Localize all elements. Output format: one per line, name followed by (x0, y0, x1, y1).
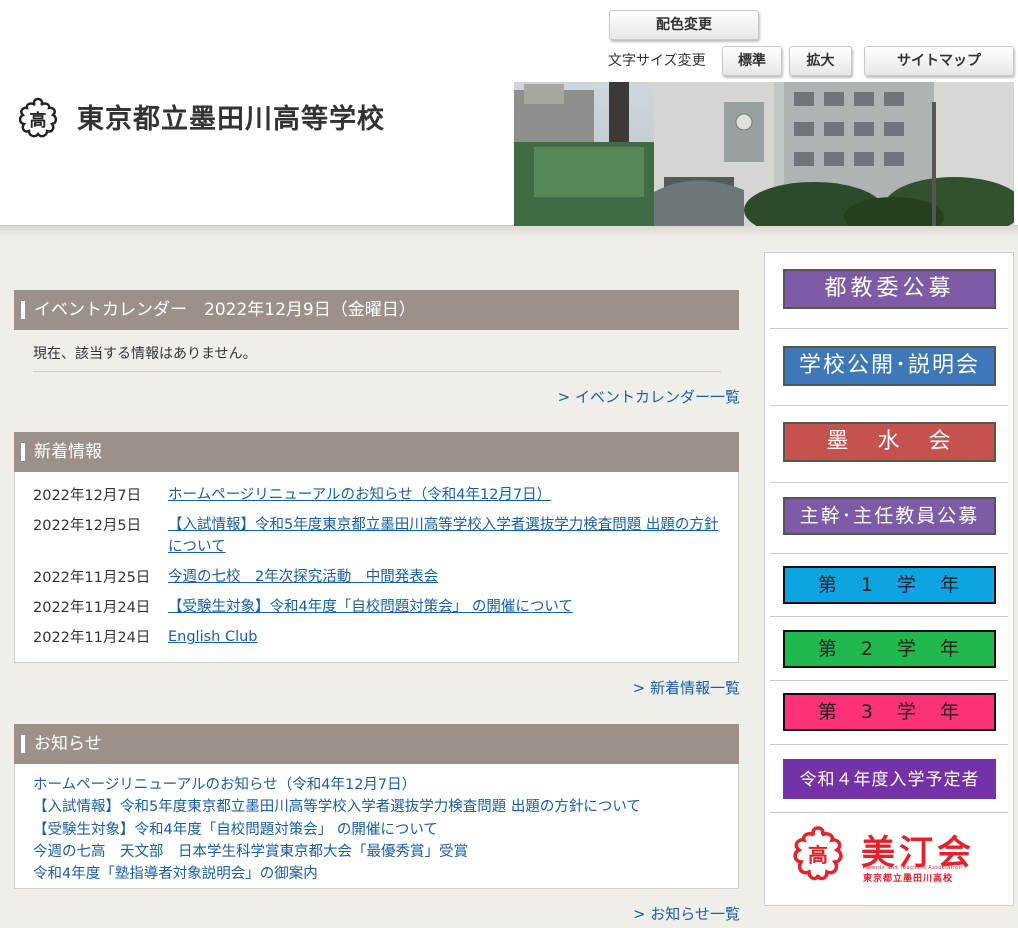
notices-list: ホームページリニューアルのお知らせ（令和4年12月7日） 【入試情報】令和5年度… (14, 764, 739, 889)
event-calendar-heading: イベントカレンダー 2022年12月9日（金曜日） (14, 290, 739, 330)
news-date: 2022年11月24日 (33, 630, 151, 646)
divider (770, 680, 1008, 681)
banner-teacher-recruitment[interactable]: 都教委公募 (783, 269, 996, 309)
svg-text:高: 高 (808, 843, 828, 867)
sitemap-button[interactable]: サイトマップ (864, 46, 1014, 76)
news-list: 2022年12月7日 ホームページリニューアルのお知らせ（令和4年12月7日） … (14, 472, 739, 663)
notice-link[interactable]: 令和4年度「塾指導者対象説明会」の御案内 (33, 866, 318, 882)
notice-link[interactable]: 【入試情報】令和5年度東京都立墨田川高等学校入学者選抜学力検査問題 出題の方針に… (33, 799, 641, 815)
header-shadow (0, 226, 1018, 238)
divider (770, 328, 1008, 329)
news-date: 2022年11月25日 (33, 570, 151, 586)
divider (770, 405, 1008, 406)
school-crest-icon[interactable]: 高 (16, 96, 60, 140)
banner-grade-3[interactable]: 第 3 学 年 (783, 693, 996, 731)
font-size-label: 文字サイズ変更 (608, 53, 706, 69)
event-calendar-list-link[interactable]: > イベントカレンダー一覧 (558, 386, 740, 407)
banner-grade-1[interactable]: 第 1 学 年 (783, 566, 996, 604)
notices-list-link[interactable]: > お知らせ一覧 (633, 903, 740, 924)
news-link[interactable]: 【入試情報】令和5年度東京都立墨田川高等学校入学者選抜学力検査問題 出題の方針に… (168, 514, 723, 558)
pta-crest-icon: 高 (793, 826, 843, 881)
news-date: 2022年11月24日 (33, 600, 151, 616)
divider (770, 812, 1008, 813)
sidebar-banners: 都教委公募 学校公開･説明会 墨 水 会 主幹･主任教員公募 第 1 学 年 第… (764, 252, 1014, 906)
event-calendar-message: 現在、該当する情報はありません。 (33, 346, 257, 362)
school-building-photo (514, 82, 1014, 226)
news-link[interactable]: 【受験生対象】令和4年度「自校問題対策会」 の開催について (168, 596, 723, 618)
notice-link[interactable]: ホームページリニューアルのお知らせ（令和4年12月7日） (33, 777, 416, 793)
banner-pta[interactable]: 高 美汀会 Parents and Teachers Association 東… (783, 823, 996, 884)
font-size-large-button[interactable]: 拡大 (789, 46, 852, 76)
news-link[interactable]: English Club (168, 626, 723, 648)
pta-subtitle-jp: 東京都立墨田川高校 (863, 874, 954, 884)
news-link[interactable]: 今週の七校 2年次探究活動 中間発表会 (168, 566, 723, 588)
color-change-button[interactable]: 配色変更 (609, 10, 759, 40)
site-header: 配色変更 文字サイズ変更 標準 拡大 サイトマップ 高 東京都立墨田川高等学校 (0, 0, 1018, 226)
divider (770, 482, 1008, 483)
svg-text:高: 高 (30, 110, 47, 131)
divider (770, 553, 1008, 554)
news-link[interactable]: ホームページリニューアルのお知らせ（令和4年12月7日） (168, 484, 723, 506)
news-list-link[interactable]: > 新着情報一覧 (633, 677, 740, 698)
banner-incoming-students[interactable]: 令和４年度入学予定者 (783, 759, 996, 799)
font-size-standard-button[interactable]: 標準 (722, 46, 782, 76)
notice-link[interactable]: 【受験生対象】令和4年度「自校問題対策会」 の開催について (33, 822, 438, 838)
divider (770, 744, 1008, 745)
notices-heading: お知らせ (14, 724, 739, 764)
news-heading: 新着情報 (14, 432, 739, 472)
news-date: 2022年12月7日 (33, 488, 142, 504)
news-date: 2022年12月5日 (33, 518, 142, 534)
notice-link[interactable]: 今週の七高 天文部 日本学生科学賞東京都大会「最優秀賞」受賞 (33, 844, 468, 860)
school-name-title[interactable]: 東京都立墨田川高等学校 (77, 97, 385, 136)
banner-open-school[interactable]: 学校公開･説明会 (783, 346, 996, 386)
banner-grade-2[interactable]: 第 2 学 年 (783, 630, 996, 668)
banner-alumni[interactable]: 墨 水 会 (783, 422, 996, 462)
banner-chief-teacher-recruitment[interactable]: 主幹･主任教員公募 (783, 497, 996, 535)
divider (33, 371, 721, 372)
divider (770, 616, 1008, 617)
